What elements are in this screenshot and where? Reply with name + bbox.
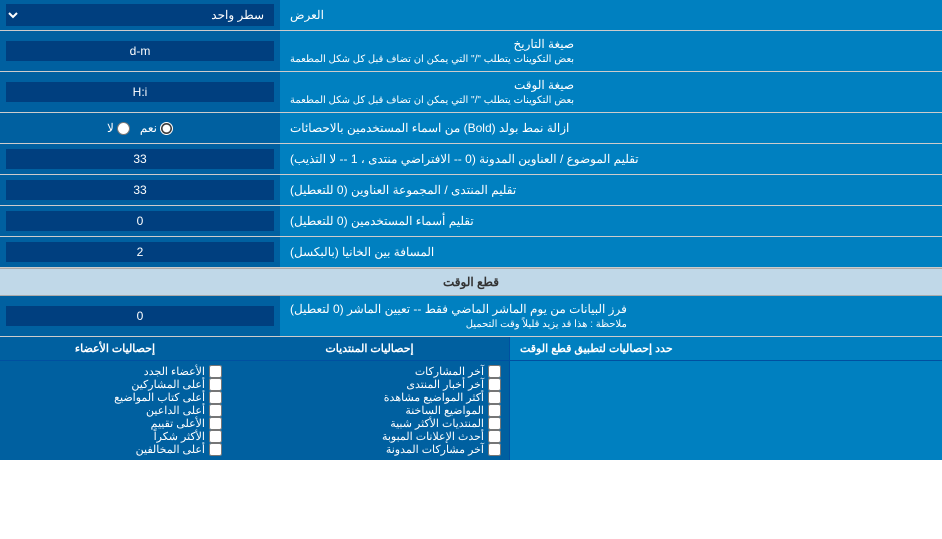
cb-blog-posts[interactable] xyxy=(488,443,501,456)
cb-most-viewed[interactable] xyxy=(488,391,501,404)
cb-forum-news[interactable] xyxy=(488,378,501,391)
checkbox-item-top-inviters[interactable]: أعلى الداعين xyxy=(8,404,222,417)
checkbox-item-top-violators[interactable]: أعلى المخالفين xyxy=(8,443,222,456)
row-time-format: صيغة الوقتبعض التكوينات يتطلب "/" التي ي… xyxy=(0,72,942,113)
cutoff-input[interactable] xyxy=(6,306,274,326)
checkbox-item-top-rated[interactable]: الأعلى تقييم xyxy=(8,417,222,430)
trim-forum-input[interactable] xyxy=(6,180,274,200)
checkbox-item-forum-news[interactable]: آخر أخبار المنتدى xyxy=(238,378,501,391)
cb-similar-forums[interactable] xyxy=(488,417,501,430)
input-time-format[interactable]: H:i xyxy=(0,72,280,112)
main-container: العرض سطر واحد صيغة التاريخبعض التكوينات… xyxy=(0,0,942,460)
row-bold: ازالة نمط بولد (Bold) من اسماء المستخدمي… xyxy=(0,113,942,144)
cb-top-inviters[interactable] xyxy=(209,404,222,417)
row-trim-users: تقليم أسماء المستخدمين (0 للتعطيل) xyxy=(0,206,942,237)
input-trim-users[interactable] xyxy=(0,206,280,236)
trim-topic-input[interactable] xyxy=(6,149,274,169)
label-date-format: صيغة التاريخبعض التكوينات يتطلب "/" التي… xyxy=(280,31,942,71)
row-trim-topic: تقليم الموضوع / العناوين المدونة (0 -- ا… xyxy=(0,144,942,175)
cb-top-rated[interactable] xyxy=(209,417,222,430)
label-time-format: صيغة الوقتبعض التكوينات يتطلب "/" التي ي… xyxy=(280,72,942,112)
label-display: العرض xyxy=(280,0,942,30)
row-trim-forum: تقليم المنتدى / المجموعة العناوين (0 للت… xyxy=(0,175,942,206)
label-trim-forum: تقليم المنتدى / المجموعة العناوين (0 للت… xyxy=(280,175,942,205)
col-header-members: إحصاليات الأعضاء xyxy=(0,337,230,360)
checkbox-item-top-authors[interactable]: أعلى كتاب المواضيع xyxy=(8,391,222,404)
radio-bold-yes-label[interactable]: نعم xyxy=(140,121,173,135)
input-trim-forum[interactable] xyxy=(0,175,280,205)
limit-col-empty xyxy=(510,361,942,460)
cb-last-posts[interactable] xyxy=(488,365,501,378)
checkboxes-section: حدد إحصاليات لتطبيق قطع الوقت إحصاليات ا… xyxy=(0,337,942,460)
label-trim-topic: تقليم الموضوع / العناوين المدونة (0 -- ا… xyxy=(280,144,942,174)
checkbox-headers-row: حدد إحصاليات لتطبيق قطع الوقت إحصاليات ا… xyxy=(0,337,942,361)
row-spacing: المسافة بين الخانيا (بالبكسل) xyxy=(0,237,942,268)
radio-bold-cell[interactable]: نعم لا xyxy=(0,113,280,143)
row-display: العرض سطر واحد xyxy=(0,0,942,31)
label-bold: ازالة نمط بولد (Bold) من اسماء المستخدمي… xyxy=(280,113,942,143)
checkbox-item-blog-posts[interactable]: آخر مشاركات المدونة xyxy=(238,443,501,456)
checkbox-item-similar-forums[interactable]: المنتديات الأكثر شبية xyxy=(238,417,501,430)
radio-bold-yes[interactable] xyxy=(160,122,173,135)
checkbox-item-most-viewed[interactable]: أكثر المواضيع مشاهدة xyxy=(238,391,501,404)
checkbox-item-new-members[interactable]: الأعضاء الجدد xyxy=(8,365,222,378)
checkbox-item-hot-topics[interactable]: المواضيع الساخنة xyxy=(238,404,501,417)
checkbox-item-most-thanked[interactable]: الأكثر شكراً xyxy=(8,430,222,443)
radio-bold-no[interactable] xyxy=(117,122,130,135)
checkbox-item-classifieds[interactable]: أحدث الإعلانات المبوبة xyxy=(238,430,501,443)
input-trim-topic[interactable] xyxy=(0,144,280,174)
col-header-forums: إحصاليات المنتديات xyxy=(230,337,510,360)
input-spacing[interactable] xyxy=(0,237,280,267)
input-cutoff[interactable] xyxy=(0,296,280,336)
checkbox-col-forums: آخر المشاركات آخر أخبار المنتدى أكثر الم… xyxy=(230,361,510,460)
limit-label: حدد إحصاليات لتطبيق قطع الوقت xyxy=(510,337,942,360)
display-select[interactable]: سطر واحد xyxy=(6,4,274,26)
spacing-input[interactable] xyxy=(6,242,274,262)
time-format-input[interactable]: H:i xyxy=(6,82,274,102)
cb-new-members[interactable] xyxy=(209,365,222,378)
checkbox-item-last-posts[interactable]: آخر المشاركات xyxy=(238,365,501,378)
cb-most-thanked[interactable] xyxy=(209,430,222,443)
checkbox-item-top-posters[interactable]: أعلى المشاركين xyxy=(8,378,222,391)
checkbox-content-row: آخر المشاركات آخر أخبار المنتدى أكثر الم… xyxy=(0,361,942,460)
section-cutoff-header: قطع الوقت xyxy=(0,268,942,296)
date-format-input[interactable]: d-m xyxy=(6,41,274,61)
label-trim-users: تقليم أسماء المستخدمين (0 للتعطيل) xyxy=(280,206,942,236)
label-cutoff: فرز البيانات من يوم الماشر الماضي فقط --… xyxy=(280,296,942,336)
trim-users-input[interactable] xyxy=(6,211,274,231)
cb-top-posters[interactable] xyxy=(209,378,222,391)
cb-top-authors[interactable] xyxy=(209,391,222,404)
cb-classifieds[interactable] xyxy=(488,430,501,443)
input-date-format[interactable]: d-m xyxy=(0,31,280,71)
cb-top-violators[interactable] xyxy=(209,443,222,456)
checkbox-col-members: الأعضاء الجدد أعلى المشاركين أعلى كتاب ا… xyxy=(0,361,230,460)
input-display[interactable]: سطر واحد xyxy=(0,0,280,30)
cb-hot-topics[interactable] xyxy=(488,404,501,417)
row-date-format: صيغة التاريخبعض التكوينات يتطلب "/" التي… xyxy=(0,31,942,72)
label-spacing: المسافة بين الخانيا (بالبكسل) xyxy=(280,237,942,267)
row-cutoff: فرز البيانات من يوم الماشر الماضي فقط --… xyxy=(0,296,942,337)
radio-bold-no-label[interactable]: لا xyxy=(107,121,130,135)
